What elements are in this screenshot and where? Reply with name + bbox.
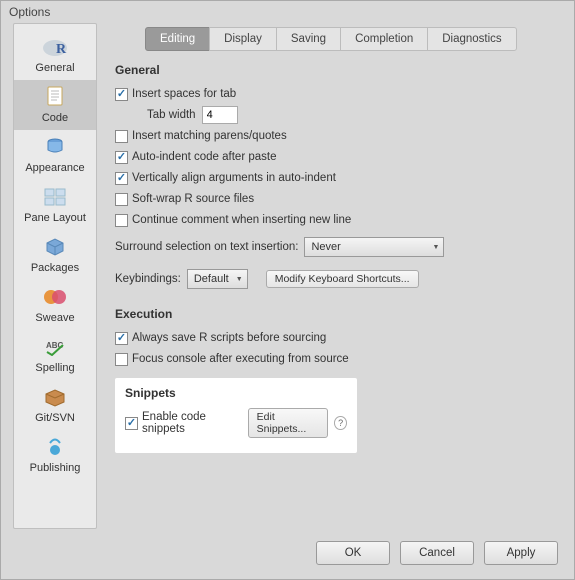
paint-bucket-icon bbox=[41, 135, 69, 159]
checkbox-icon bbox=[115, 88, 128, 101]
category-sidebar: R General Code Appearance Pane bbox=[13, 23, 97, 529]
options-dialog: Options R General Code Appearance bbox=[0, 0, 575, 580]
modify-shortcuts-button[interactable]: Modify Keyboard Shortcuts... bbox=[266, 270, 419, 288]
window-title: Options bbox=[1, 1, 574, 23]
option-label: Continue comment when inserting new line bbox=[132, 214, 351, 226]
tab-width-input[interactable] bbox=[202, 106, 238, 124]
sidebar-item-publishing[interactable]: Publishing bbox=[14, 430, 96, 480]
help-icon[interactable]: ? bbox=[334, 416, 347, 430]
sweave-icon bbox=[41, 285, 69, 309]
apply-button[interactable]: Apply bbox=[484, 541, 558, 565]
option-continue-comment[interactable]: Continue comment when inserting new line bbox=[115, 211, 562, 229]
checkbox-icon bbox=[115, 130, 128, 143]
option-label: Auto-indent code after paste bbox=[132, 151, 277, 163]
sidebar-item-pane-layout[interactable]: Pane Layout bbox=[14, 180, 96, 230]
r-logo-icon: R bbox=[41, 35, 69, 59]
spellcheck-icon: ABC bbox=[41, 335, 69, 359]
option-always-save[interactable]: Always save R scripts before sourcing bbox=[115, 329, 562, 347]
option-soft-wrap[interactable]: Soft-wrap R source files bbox=[115, 190, 562, 208]
checkbox-icon bbox=[115, 193, 128, 206]
option-focus-console[interactable]: Focus console after executing from sourc… bbox=[115, 350, 562, 368]
dialog-footer: OK Cancel Apply bbox=[1, 529, 574, 579]
sidebar-item-appearance[interactable]: Appearance bbox=[14, 130, 96, 180]
grid-icon bbox=[41, 185, 69, 209]
tab-bar: Editing Display Saving Completion Diagno… bbox=[145, 27, 562, 51]
sidebar-label: Git/SVN bbox=[35, 412, 75, 424]
option-enable-snippets[interactable]: Enable code snippets Edit Snippets... ? bbox=[125, 408, 347, 438]
option-insert-matching[interactable]: Insert matching parens/quotes bbox=[115, 127, 562, 145]
tab-editing[interactable]: Editing bbox=[145, 27, 210, 51]
sidebar-item-packages[interactable]: Packages bbox=[14, 230, 96, 280]
sidebar-item-spelling[interactable]: ABC Spelling bbox=[14, 330, 96, 380]
checkbox-icon bbox=[115, 353, 128, 366]
option-label: Tab width bbox=[147, 109, 196, 121]
option-label: Insert spaces for tab bbox=[132, 88, 236, 100]
edit-snippets-button[interactable]: Edit Snippets... bbox=[248, 408, 329, 438]
section-general-title: General bbox=[115, 63, 562, 77]
checkbox-icon bbox=[115, 214, 128, 227]
tab-display[interactable]: Display bbox=[209, 27, 277, 51]
sidebar-label: Packages bbox=[31, 262, 79, 274]
dialog-body: R General Code Appearance Pane bbox=[1, 23, 574, 529]
publish-icon bbox=[41, 435, 69, 459]
ok-button[interactable]: OK bbox=[316, 541, 390, 565]
option-insert-spaces[interactable]: Insert spaces for tab bbox=[115, 85, 562, 103]
option-label: Focus console after executing from sourc… bbox=[132, 353, 349, 365]
option-label: Insert matching parens/quotes bbox=[132, 130, 287, 142]
svg-text:ABC: ABC bbox=[46, 341, 64, 350]
option-surround: Surround selection on text insertion: Ne… bbox=[115, 237, 562, 257]
checkbox-icon bbox=[115, 151, 128, 164]
main-panel: Editing Display Saving Completion Diagno… bbox=[115, 23, 562, 529]
option-vertical-align[interactable]: Vertically align arguments in auto-inden… bbox=[115, 169, 562, 187]
option-label: Enable code snippets bbox=[142, 411, 240, 435]
sidebar-label: Spelling bbox=[35, 362, 74, 374]
section-execution-title: Execution bbox=[115, 307, 562, 321]
tab-saving[interactable]: Saving bbox=[276, 27, 341, 51]
sidebar-label: Publishing bbox=[30, 462, 81, 474]
option-label: Vertically align arguments in auto-inden… bbox=[132, 172, 336, 184]
sidebar-item-sweave[interactable]: Sweave bbox=[14, 280, 96, 330]
surround-select[interactable]: Never bbox=[304, 237, 444, 257]
document-icon bbox=[41, 85, 69, 109]
checkbox-icon bbox=[125, 417, 138, 430]
option-tab-width: Tab width bbox=[147, 106, 562, 124]
section-snippets-title: Snippets bbox=[125, 386, 347, 400]
snippets-highlight: Snippets Enable code snippets Edit Snipp… bbox=[115, 378, 357, 453]
option-label: Surround selection on text insertion: bbox=[115, 241, 298, 253]
sidebar-item-code[interactable]: Code bbox=[14, 80, 96, 130]
sidebar-item-git-svn[interactable]: Git/SVN bbox=[14, 380, 96, 430]
option-label: Keybindings: bbox=[115, 273, 181, 285]
sidebar-label: Pane Layout bbox=[24, 212, 86, 224]
option-auto-indent[interactable]: Auto-indent code after paste bbox=[115, 148, 562, 166]
option-label: Soft-wrap R source files bbox=[132, 193, 254, 205]
checkbox-icon bbox=[115, 172, 128, 185]
sidebar-label: Sweave bbox=[35, 312, 74, 324]
sidebar-label: General bbox=[35, 62, 74, 74]
sidebar-label: Code bbox=[42, 112, 68, 124]
tab-completion[interactable]: Completion bbox=[340, 27, 428, 51]
sidebar-label: Appearance bbox=[25, 162, 84, 174]
option-label: Always save R scripts before sourcing bbox=[132, 332, 326, 344]
cancel-button[interactable]: Cancel bbox=[400, 541, 474, 565]
box-icon bbox=[41, 385, 69, 409]
tab-diagnostics[interactable]: Diagnostics bbox=[427, 27, 516, 51]
sidebar-item-general[interactable]: R General bbox=[14, 30, 96, 80]
option-keybindings: Keybindings: Default Modify Keyboard Sho… bbox=[115, 269, 562, 289]
keybindings-select[interactable]: Default bbox=[187, 269, 248, 289]
svg-text:R: R bbox=[56, 42, 67, 57]
checkbox-icon bbox=[115, 332, 128, 345]
package-icon bbox=[41, 235, 69, 259]
